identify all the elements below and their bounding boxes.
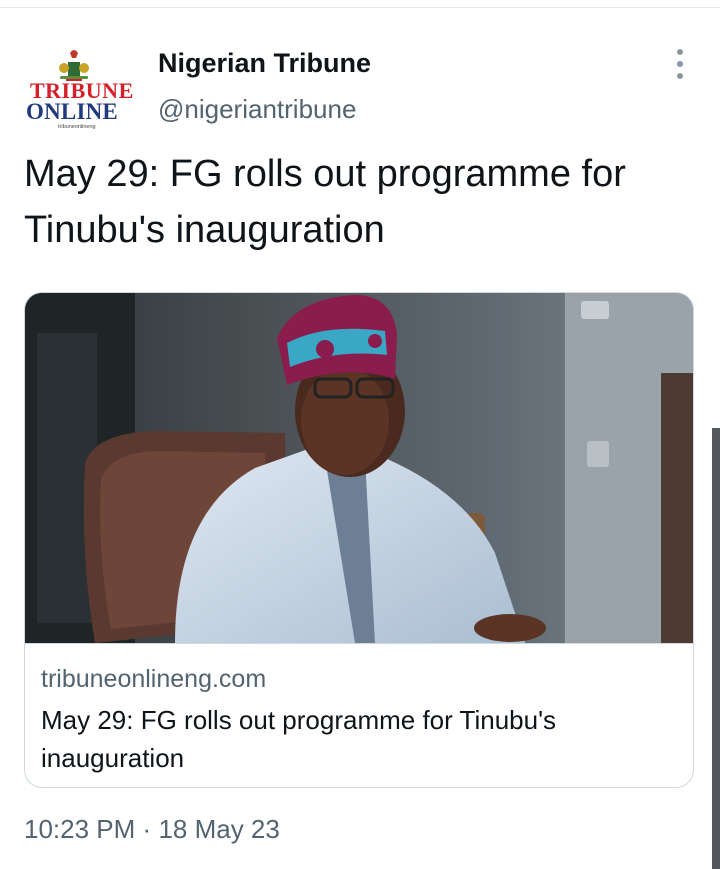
author-handle[interactable]: @nigeriantribune xyxy=(158,94,356,125)
author-avatar[interactable]: TRIBUNE ONLINE tribuneonlineng xyxy=(24,44,136,134)
link-card[interactable]: tribuneonlineng.com May 29: FG rolls out… xyxy=(24,292,694,788)
scrollbar[interactable] xyxy=(712,428,720,869)
coat-of-arms-icon xyxy=(59,50,89,81)
tweet-time[interactable]: 10:23 PM xyxy=(24,814,135,844)
svg-text:tribuneonlineng: tribuneonlineng xyxy=(58,124,96,130)
more-options-icon-dot xyxy=(677,73,683,79)
tweet-date[interactable]: 18 May 23 xyxy=(158,814,279,844)
author-name[interactable]: Nigerian Tribune xyxy=(158,48,371,79)
tribune-online-logo: TRIBUNE ONLINE tribuneonlineng xyxy=(26,50,133,130)
card-title: May 29: FG rolls out programme for Tinub… xyxy=(41,705,557,773)
svg-text:ONLINE: ONLINE xyxy=(26,99,118,124)
more-options-button[interactable] xyxy=(664,46,696,82)
card-domain: tribuneonlineng.com xyxy=(41,665,267,693)
tweet-timestamp[interactable]: 10:23 PM · 18 May 23 xyxy=(24,814,280,845)
tweet-text: May 29: FG rolls out programme for Tinub… xyxy=(24,153,626,251)
more-options-icon-dot xyxy=(677,61,683,67)
meta-separator: · xyxy=(142,814,152,844)
top-divider xyxy=(0,7,720,8)
news-photo xyxy=(25,293,693,643)
card-image[interactable] xyxy=(25,293,693,644)
more-options-icon xyxy=(677,49,683,55)
